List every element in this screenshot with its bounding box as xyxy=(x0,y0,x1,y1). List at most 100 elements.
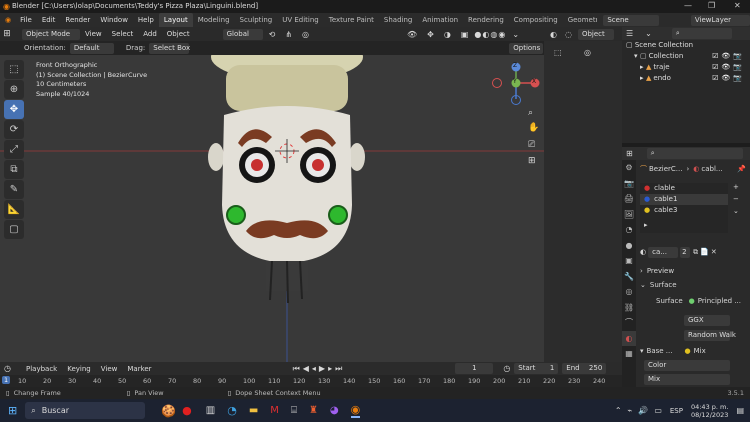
cursor-tool[interactable]: ⊕ xyxy=(4,80,24,99)
menu-file[interactable]: File xyxy=(15,13,37,27)
tab-rendering[interactable]: Rendering xyxy=(463,13,509,27)
edge-icon[interactable]: ◔ xyxy=(227,404,237,417)
language-indicator[interactable]: ESP xyxy=(670,407,683,415)
surface-shader[interactable]: Principled ... xyxy=(698,297,741,305)
blender-taskbar-icon[interactable]: ◉ xyxy=(350,403,361,418)
subsurface-dropdown[interactable]: Random Walk xyxy=(684,330,736,341)
options-button[interactable]: Options xyxy=(509,42,544,54)
clock[interactable]: 04:43 p. m. 08/12/2023 xyxy=(691,403,728,419)
blender-menu-icon[interactable]: ◉ xyxy=(0,13,15,27)
brave-icon[interactable]: ♜ xyxy=(309,405,318,416)
playhead[interactable]: 1 xyxy=(2,376,11,384)
gizmo-neg-x[interactable] xyxy=(492,78,502,88)
select-box-tool[interactable]: ⬚ xyxy=(4,60,24,79)
windows-start-icon[interactable]: ⊞ xyxy=(8,404,17,417)
color-dropdown[interactable]: Color xyxy=(644,360,730,371)
tab-sculpting[interactable]: Sculpting xyxy=(235,13,278,27)
orientation-dropdown[interactable]: Default xyxy=(69,42,114,54)
tab-modeling[interactable]: Modeling xyxy=(193,13,235,27)
mode-dropdown[interactable]: Object Mode xyxy=(22,28,80,40)
tab-layout[interactable]: Layout xyxy=(158,13,193,27)
render-tab-icon[interactable]: 📷 xyxy=(622,176,636,192)
ortho-grid-icon[interactable]: ⊞ xyxy=(528,156,536,166)
timeline-ruler[interactable]: 1 10 20 30 40 50 60 70 80 90 100 110 120 130 140 150 16… xyxy=(0,375,622,387)
start-frame-field[interactable]: Start 1 xyxy=(514,363,559,374)
surface-panel-header[interactable]: ⌄ Surface xyxy=(640,279,746,290)
visibility-icon[interactable]: 👁 xyxy=(407,30,417,39)
menu-render[interactable]: Render xyxy=(60,13,95,27)
shading-modes-icon[interactable]: ●◐◍◉ xyxy=(474,30,506,39)
taskbar-search[interactable]: ⌕ Buscar xyxy=(25,402,146,419)
tool-icon[interactable]: ⬚ xyxy=(554,48,562,57)
add-cube-tool[interactable]: ▢ xyxy=(4,220,24,239)
user-count[interactable]: 2 xyxy=(680,246,691,258)
mix-dropdown[interactable]: Mix xyxy=(644,374,730,385)
shading-object-dropdown[interactable]: Object xyxy=(577,28,614,40)
scale-tool[interactable]: ⤢ xyxy=(4,140,24,159)
zoom-icon[interactable]: ⌕ xyxy=(528,108,533,118)
measure-tool[interactable]: 📐 xyxy=(4,200,24,219)
timeline-menu-marker[interactable]: Marker xyxy=(122,362,156,376)
editor-type-icon[interactable]: ⊞ xyxy=(0,29,14,39)
collection-toggle-icons[interactable]: ☑👁📷 xyxy=(712,51,745,62)
messenger-icon[interactable]: ◕ xyxy=(330,405,339,416)
transform-tool[interactable]: ⧉ xyxy=(4,160,24,179)
scene-selector[interactable]: Scene xyxy=(603,14,659,26)
tool-tab-icon[interactable]: ⚙ xyxy=(622,160,636,176)
material-name-field[interactable]: ca... xyxy=(648,246,679,258)
outliner-type-icon[interactable]: ☰ xyxy=(626,29,633,38)
vp-menu-add[interactable]: Add xyxy=(138,27,162,41)
tab-uv-editing[interactable]: UV Editing xyxy=(277,13,324,27)
rotate-tool[interactable]: ⟳ xyxy=(4,120,24,139)
material-actions-icons[interactable]: ⧉📄✕ xyxy=(693,248,719,257)
texture-tab-icon[interactable]: ▦ xyxy=(622,346,636,362)
material-browse-icon[interactable]: ◐ xyxy=(640,248,646,256)
filter-icon[interactable]: ⌄ xyxy=(645,29,652,38)
end-frame-field[interactable]: End 250 xyxy=(562,363,607,374)
view-layer-tab-icon[interactable]: 🖼 xyxy=(622,207,636,223)
expand-arrow-icon[interactable]: ▾ xyxy=(640,347,644,355)
maximize-icon[interactable]: ❐ xyxy=(708,1,715,10)
menu-edit[interactable]: Edit xyxy=(37,13,61,27)
task-view-icon[interactable]: ▥ xyxy=(206,405,215,416)
outliner-item-scene-collection[interactable]: ▢ Scene Collection xyxy=(622,40,750,51)
tab-animation[interactable]: Animation xyxy=(417,13,463,27)
pivot-icon[interactable]: ⟲ xyxy=(269,30,276,39)
annotate-tool[interactable]: ✎ xyxy=(4,180,24,199)
physics-tab-icon[interactable]: ◎ xyxy=(622,284,636,300)
store-icon[interactable]: ⌸ xyxy=(291,405,297,416)
move-tool[interactable]: ✥ xyxy=(4,100,24,119)
expand-arrow-icon[interactable]: ▸ xyxy=(644,221,648,229)
properties-search[interactable]: ⌕ xyxy=(646,148,743,159)
view-icon[interactable]: ◐ xyxy=(550,30,557,39)
endo-toggle-icons[interactable]: ☑👁📷 xyxy=(712,73,745,84)
tray-chevron-icon[interactable]: ⌃ xyxy=(615,406,622,415)
outliner-item-traje[interactable]: ▸ ▲ traje ☑👁📷 xyxy=(622,62,750,73)
snap-icon[interactable]: ⋔ xyxy=(285,30,292,39)
tab-compositing[interactable]: Compositing xyxy=(509,13,563,27)
overlay-icon[interactable]: ◑ xyxy=(444,30,451,39)
vp-menu-object[interactable]: Object xyxy=(162,27,195,41)
pin-icon[interactable]: 📌 xyxy=(737,165,746,173)
tab-geometry-nodes[interactable]: Geometry Noc xyxy=(563,13,598,27)
material-tab-icon[interactable]: ◐ xyxy=(622,330,636,346)
close-icon[interactable]: ✕ xyxy=(734,1,741,10)
slot-menu-icon[interactable]: ⌄ xyxy=(733,207,745,219)
timeline-menu-keying[interactable]: Keying xyxy=(62,362,96,376)
menu-window[interactable]: Window xyxy=(95,13,133,27)
file-explorer-icon[interactable]: ▬ xyxy=(249,405,258,416)
network-icon[interactable]: ⌁ xyxy=(628,406,633,415)
object-tab-icon[interactable]: ▣ xyxy=(622,253,636,269)
drag-dropdown[interactable]: Select Box xyxy=(149,42,190,54)
preview-range-icon[interactable]: ◷ xyxy=(503,364,510,373)
outliner-item-collection[interactable]: ▾ ▢ Collection ☑👁📷 xyxy=(622,51,750,62)
traje-toggle-icons[interactable]: ☑👁📷 xyxy=(712,62,745,73)
red-app-icon[interactable]: ● xyxy=(182,404,192,417)
shading-options-icon[interactable]: ⌄ xyxy=(512,30,519,39)
modifier-tab-icon[interactable]: 🔧 xyxy=(622,269,636,285)
expand-arrow-icon[interactable]: ⌄ xyxy=(640,281,646,289)
material-slot-clable[interactable]: ● clable xyxy=(640,183,728,194)
properties-type-icon[interactable]: ⊞ xyxy=(626,149,633,158)
material-selector[interactable]: ◐ ca... 2 ⧉📄✕ xyxy=(640,246,746,258)
tab-texture-paint[interactable]: Texture Paint xyxy=(324,13,379,27)
